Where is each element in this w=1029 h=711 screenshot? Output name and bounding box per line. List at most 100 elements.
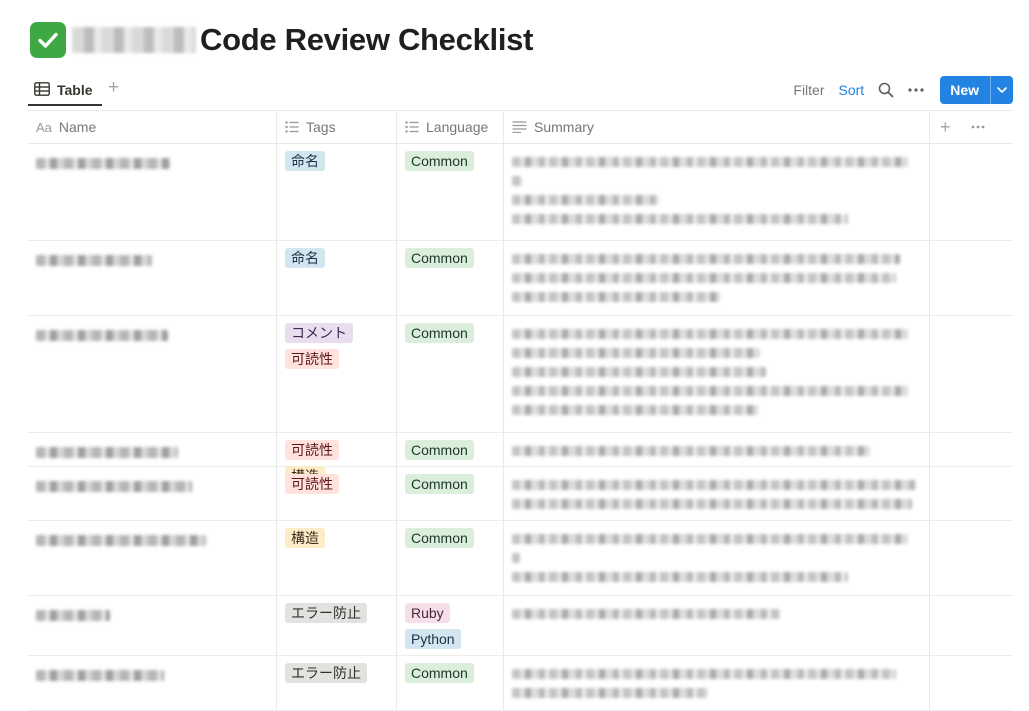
redacted-summary-line [512,273,896,283]
tag-pill: 可読性 [285,440,339,460]
redacted-name [36,481,192,492]
language-pill: Common [405,528,474,548]
multi-select-icon [285,121,299,133]
redacted-summary-line [512,405,758,415]
column-header-name[interactable]: Aa Name [28,111,277,143]
column-divider [396,110,397,710]
table-header: Aa Name Tags Language Summary + [28,110,1013,144]
language-pill: Common [405,663,474,683]
cell-name[interactable] [28,595,276,655]
tag-pill: エラー防止 [285,603,367,623]
table-row[interactable]: 命名 Common [28,240,1013,316]
column-header-summary[interactable]: Summary [504,111,930,143]
search-icon[interactable] [878,82,894,98]
table-row[interactable]: コメント 可読性 Common [28,315,1013,433]
language-pill: Common [405,151,474,171]
cell-summary[interactable] [504,520,929,595]
cell-language[interactable]: Ruby Python [397,595,503,655]
cell-language[interactable]: Common [397,655,503,710]
redacted-summary-line [512,348,760,358]
more-options-icon[interactable] [908,88,924,92]
redacted-name [36,255,152,266]
language-pill: Ruby [405,603,450,623]
cell-tags[interactable]: エラー防止 [277,595,396,655]
cell-name[interactable] [28,520,276,595]
multi-select-icon [405,121,419,133]
redacted-summary-line [512,292,720,302]
cell-name[interactable] [28,315,276,432]
new-button[interactable]: New [940,76,1013,104]
tab-table-label: Table [57,82,93,98]
redacted-summary-line [512,254,900,264]
tag-pill: 命名 [285,151,325,171]
cell-language[interactable]: Common [397,432,503,466]
redacted-summary-line [512,214,848,224]
redacted-summary-line [512,553,520,563]
check-mark-button-icon[interactable] [30,22,66,58]
cell-tags[interactable]: 命名 [277,240,396,315]
cell-language[interactable]: Common [397,520,503,595]
cell-tags[interactable]: 可読性 [277,466,396,520]
more-options-icon[interactable] [971,125,985,129]
tab-table[interactable]: Table [34,74,93,106]
table-row[interactable]: エラー防止 Common [28,655,1013,711]
active-tab-indicator [28,104,102,106]
redacted-name [36,610,110,621]
language-pill: Common [405,248,474,268]
cell-name[interactable] [28,432,276,466]
cell-tags[interactable]: 命名 [277,143,396,240]
cell-tags[interactable]: エラー防止 [277,655,396,710]
redacted-name [36,330,168,341]
cell-name[interactable] [28,143,276,240]
redacted-summary-line [512,367,766,377]
cell-name[interactable] [28,655,276,710]
table-row[interactable]: 構造 Common [28,520,1013,596]
redacted-summary-line [512,499,912,509]
add-view-button[interactable]: + [108,77,119,99]
redacted-name [36,535,206,546]
column-header-tags-label: Tags [306,119,336,135]
redacted-summary-line [512,157,908,167]
chevron-down-icon[interactable] [990,76,1013,104]
new-button-label: New [950,82,979,98]
sort-button[interactable]: Sort [839,82,865,98]
text-property-icon: Aa [36,119,52,135]
cell-summary[interactable] [504,466,929,520]
cell-language[interactable]: Common [397,466,503,520]
cell-summary[interactable] [504,240,929,315]
table-row[interactable]: 命名 Common [28,143,1013,241]
cell-summary[interactable] [504,143,929,240]
column-header-tags[interactable]: Tags [277,111,397,143]
cell-name[interactable] [28,240,276,315]
redacted-name [36,447,178,458]
table-row[interactable]: エラー防止 Ruby Python [28,595,1013,656]
add-property-button[interactable]: + [940,117,951,138]
tag-pill: 構造 [285,528,325,548]
table-icon [34,81,50,99]
column-header-language[interactable]: Language [397,111,504,143]
cell-tags[interactable]: コメント 可読性 [277,315,396,432]
tag-pill: エラー防止 [285,663,367,683]
cell-name[interactable] [28,466,276,520]
filter-button[interactable]: Filter [793,82,824,98]
language-pill: Common [405,323,474,343]
cell-tags[interactable]: 構造 [277,520,396,595]
column-divider [503,110,504,710]
cell-summary[interactable] [504,432,929,466]
redacted-summary-line [512,669,896,679]
redacted-summary-line [512,386,908,396]
cell-language[interactable]: Common [397,315,503,432]
table-row[interactable]: 可読性 Common [28,466,1013,521]
column-divider [276,110,277,710]
cell-summary[interactable] [504,315,929,432]
tag-pill: 可読性 [285,474,339,494]
column-header-name-label: Name [58,119,97,135]
cell-tags[interactable]: 可読性構造 [277,432,396,486]
cell-summary[interactable] [504,595,929,655]
cell-language[interactable]: Common [397,143,503,240]
text-lines-icon [512,121,527,133]
cell-summary[interactable] [504,655,929,710]
cell-language[interactable]: Common [397,240,503,315]
page-title[interactable]: Code Review Checklist [200,22,533,58]
table-row[interactable]: 可読性構造 Common [28,432,1013,486]
